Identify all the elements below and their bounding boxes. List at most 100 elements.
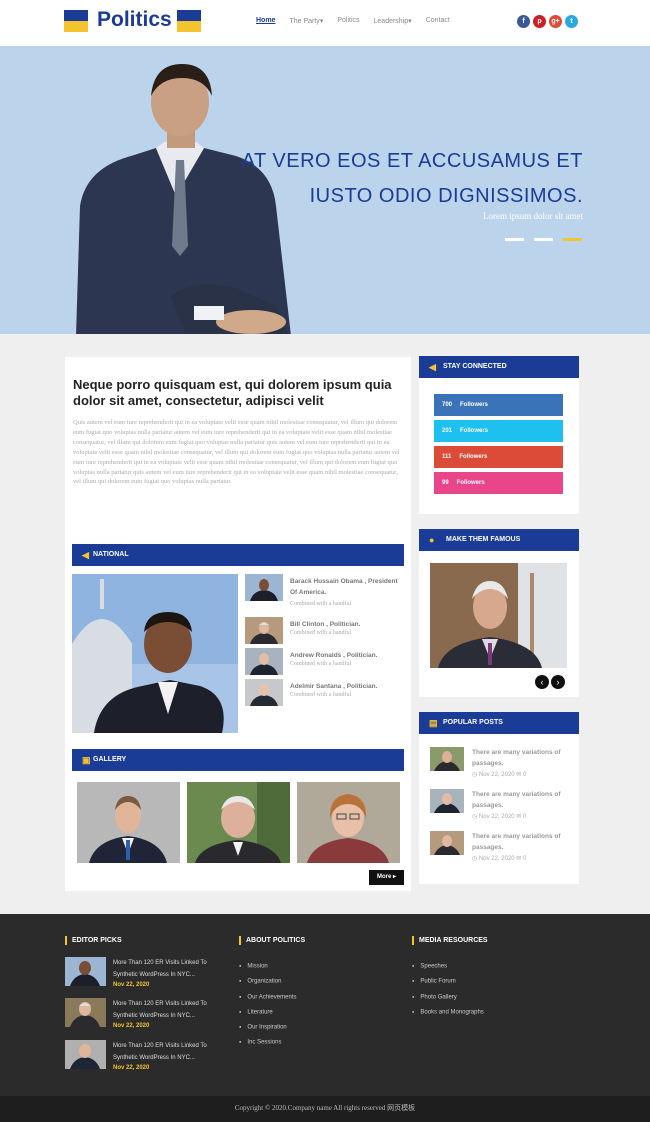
carousel-prev-button[interactable]: ‹ (535, 675, 549, 689)
popular-post-title: There are many variations of passages. (472, 833, 561, 851)
comment-icon: ✉ (516, 772, 522, 778)
carousel-next-button[interactable]: › (551, 675, 565, 689)
nav-leadership-label: Leadership (373, 18, 409, 25)
media-resources-links: Speeches Public Forum Photo Gallery Book… (412, 959, 484, 1020)
footer-link[interactable]: Organization (239, 974, 296, 989)
slider-dot[interactable] (505, 238, 524, 241)
nav-leadership[interactable]: Leadership▾ (374, 17, 412, 25)
editor-picks-heading: EDITOR PICKS (65, 936, 122, 945)
famous-photo[interactable] (430, 563, 567, 668)
copyright-bar: Copyright © 2020.Company name All rights… (0, 1096, 650, 1122)
popular-post-title: There are many variations of passages. (472, 791, 561, 809)
followers-label: Followers (460, 428, 489, 434)
followers-twitter[interactable]: 201 Followers (434, 420, 563, 442)
footer-link[interactable]: Inc Sessions (239, 1035, 296, 1050)
image-icon: ▣ (82, 755, 91, 765)
popular-post-comments: 0 (523, 772, 527, 778)
gallery-more-label: More (376, 874, 392, 880)
site-logo[interactable]: Politics (97, 8, 172, 32)
nav-politics[interactable]: Politics (337, 17, 359, 25)
nav-contact[interactable]: Contact (426, 17, 450, 25)
nav-the-party[interactable]: The Party▾ (289, 17, 323, 25)
popular-post[interactable]: There are many variations of passages. ◷… (430, 747, 570, 778)
famous-heading-bar: ● MAKE THEM FAMOUS (419, 529, 579, 551)
followers-count: 99 (442, 480, 449, 486)
national-item[interactable]: Barack Hussain Obama , President Of Amer… (245, 574, 405, 607)
editor-pick-title: More Than 120 ER Visits Linked To Synthe… (113, 1001, 207, 1019)
followers-label: Followers (459, 454, 488, 460)
footer-link[interactable]: Mission (239, 959, 296, 974)
social-links: f p g+ t (517, 15, 578, 28)
editor-pick-title: More Than 120 ER Visits Linked To Synthe… (113, 1043, 207, 1061)
editor-pick-item[interactable]: More Than 120 ER Visits Linked To Synthe… (65, 957, 215, 989)
popular-post-title: There are many variations of passages. (472, 749, 561, 767)
google-plus-icon[interactable]: g+ (549, 15, 562, 28)
nav-home[interactable]: Home (256, 17, 275, 25)
national-item[interactable]: Bill Clinton , Politician. Combined with… (245, 617, 405, 647)
editor-pick-thumb (65, 1040, 106, 1069)
popular-post-meta: ◷ Nov 22, 2020 ✉ 0 (472, 855, 526, 862)
footer-link[interactable]: Our Achievements (239, 990, 296, 1005)
popular-heading-bar: ▤ POPULAR POSTS (419, 712, 579, 734)
site-header: Politics Home The Party▾ Politics Leader… (0, 0, 650, 46)
nav-the-party-label: The Party (289, 18, 320, 25)
gallery-more-button[interactable]: More ▸ (369, 870, 404, 885)
national-feature-photo[interactable] (72, 574, 238, 733)
about-politics-links: Mission Organization Our Achievements Li… (239, 959, 296, 1051)
popular-heading: POPULAR POSTS (443, 719, 503, 726)
footer-link[interactable]: Books and Monographs (412, 1005, 483, 1020)
national-item[interactable]: Adelmir Santana , Politician. Combined w… (245, 679, 405, 709)
hero-subtitle: Lorem ipsum dolor sit amet (483, 211, 583, 221)
flag-icon-left (64, 10, 88, 32)
slider-dot[interactable] (534, 238, 553, 241)
footer-link[interactable]: Photo Gallery (412, 990, 484, 1005)
editor-pick-date: Nov 22, 2020 (113, 1065, 150, 1071)
about-politics-heading: ABOUT POLITICS (239, 936, 305, 945)
facebook-icon[interactable]: f (517, 15, 530, 28)
editor-pick-date: Nov 22, 2020 (113, 1023, 150, 1029)
editor-pick-title: More Than 120 ER Visits Linked To Synthe… (113, 960, 207, 978)
pinterest-icon[interactable]: p (533, 15, 546, 28)
followers-label: Followers (456, 480, 485, 486)
popular-post-thumb (430, 831, 464, 855)
famous-heading: MAKE THEM FAMOUS (446, 536, 521, 543)
editor-pick-date: Nov 22, 2020 (113, 982, 150, 988)
clock-icon: ◷ (472, 856, 478, 862)
popular-post[interactable]: There are many variations of passages. ◷… (430, 789, 570, 820)
editor-pick-item[interactable]: More Than 120 ER Visits Linked To Synthe… (65, 998, 215, 1030)
editor-pick-thumb (65, 998, 106, 1027)
twitter-icon[interactable]: t (565, 15, 578, 28)
national-item[interactable]: Andrew Ronalds , Politician. Combined wi… (245, 648, 405, 678)
popular-post-meta: ◷ Nov 22, 2020 ✉ 0 (472, 771, 526, 778)
followers-label: Followers (460, 402, 489, 408)
article-title[interactable]: Neque porro quisquam est, qui dolorem ip… (73, 377, 393, 409)
national-item-sub: Combined with a handful (290, 630, 352, 636)
slider-dot-active[interactable] (563, 238, 582, 241)
megaphone-icon: ◀ (429, 362, 436, 372)
popular-post-date: Nov 22, 2020 (478, 856, 515, 862)
hero-title: AT VERO EOS ET ACCUSAMUS ET IUSTO ODIO D… (241, 150, 583, 207)
editor-pick-item[interactable]: More Than 120 ER Visits Linked To Synthe… (65, 1040, 215, 1072)
popular-post-thumb (430, 747, 464, 771)
media-resources-heading: MEDIA RESOURCES (412, 936, 488, 945)
followers-google-plus[interactable]: 111 Followers (434, 446, 563, 468)
clock-icon: ◷ (472, 814, 478, 820)
gallery-image[interactable] (187, 782, 290, 863)
national-item-thumb (245, 617, 283, 644)
national-item-thumb (245, 679, 283, 706)
popular-post[interactable]: There are many variations of passages. ◷… (430, 831, 570, 862)
gallery-image[interactable] (77, 782, 180, 863)
footer-link[interactable]: Our Inspiration (239, 1020, 296, 1035)
footer-link[interactable]: Literature (239, 1005, 296, 1020)
footer-link[interactable]: Public Forum (412, 974, 484, 989)
main-nav: Home The Party▾ Politics Leadership▾ Con… (256, 17, 450, 25)
gallery-image[interactable] (297, 782, 400, 863)
user-icon: ● (429, 535, 435, 545)
national-item-thumb (245, 648, 283, 675)
followers-dribbble[interactable]: 99 Followers (434, 472, 563, 494)
footer-link[interactable]: Speeches (412, 959, 484, 974)
national-item-sub: Combined with a handful (290, 692, 352, 698)
national-item-sub: Combined with a handful (290, 661, 352, 667)
national-item-name: Adelmir Santana , Politician. (290, 683, 378, 690)
followers-facebook[interactable]: 700 Followers (434, 394, 563, 416)
